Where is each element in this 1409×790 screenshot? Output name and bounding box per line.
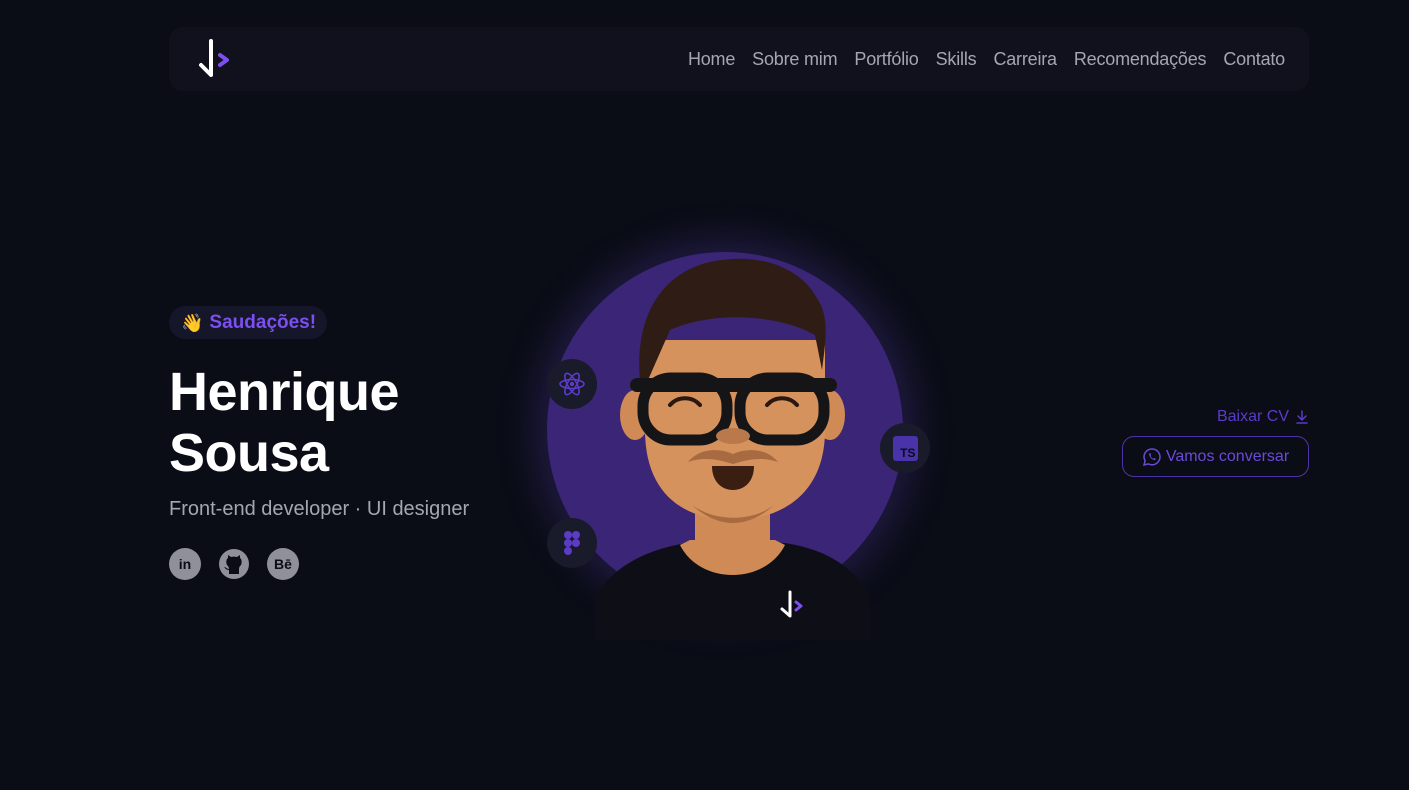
behance-icon[interactable]: Bē bbox=[267, 548, 299, 580]
nav-link-contact[interactable]: Contato bbox=[1223, 49, 1285, 70]
typescript-label: TS bbox=[900, 445, 916, 460]
greeting-text: Saudações! bbox=[209, 311, 317, 333]
nav-link-home[interactable]: Home bbox=[688, 49, 735, 70]
github-icon[interactable] bbox=[218, 548, 250, 580]
nav-link-skills[interactable]: Skills bbox=[936, 49, 977, 70]
nav-link-career[interactable]: Carreira bbox=[993, 49, 1057, 70]
hero-name: Henrique Sousa bbox=[169, 362, 400, 483]
download-cv-label: Baixar CV bbox=[1216, 408, 1289, 425]
behance-label: Bē bbox=[274, 556, 292, 572]
nav-link-about[interactable]: Sobre mim bbox=[752, 49, 837, 70]
nav-links: Home Sobre mim Portfólio Skills Carreira… bbox=[688, 49, 1285, 70]
typescript-icon: TS bbox=[880, 423, 930, 473]
navbar: Home Sobre mim Portfólio Skills Carreira… bbox=[169, 27, 1309, 91]
linkedin-label: in bbox=[178, 556, 192, 572]
download-cv-link[interactable]: Baixar CV bbox=[1217, 408, 1309, 426]
chat-label: Vamos conversar bbox=[1165, 447, 1290, 465]
hero-subtitle: Front-end developer · UI designer bbox=[169, 498, 470, 520]
download-icon bbox=[1296, 410, 1308, 424]
avatar-illustration: TS bbox=[540, 240, 940, 640]
linkedin-icon[interactable]: in bbox=[169, 548, 201, 580]
logo-icon[interactable] bbox=[193, 37, 233, 81]
nav-link-portfolio[interactable]: Portfólio bbox=[854, 49, 918, 70]
wave-icon: 👋 bbox=[181, 312, 204, 333]
chat-button[interactable]: Vamos conversar bbox=[1122, 436, 1309, 477]
social-links: in Bē bbox=[169, 548, 299, 580]
whatsapp-icon bbox=[1142, 447, 1161, 466]
greeting-badge: 👋 Saudações! bbox=[169, 306, 328, 339]
nav-link-recommendations[interactable]: Recomendações bbox=[1074, 49, 1207, 70]
react-icon bbox=[547, 359, 597, 409]
figma-icon bbox=[547, 518, 597, 568]
